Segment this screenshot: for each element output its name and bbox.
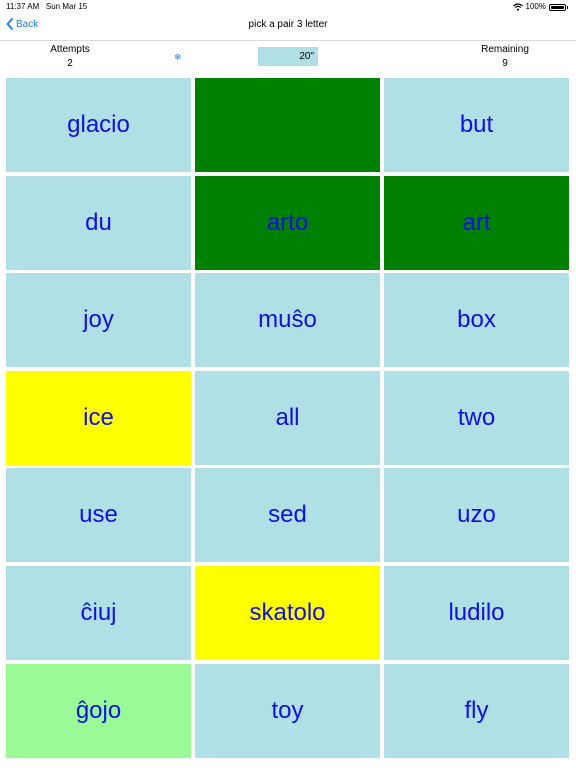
- word-tile[interactable]: box: [384, 273, 569, 367]
- word-tile[interactable]: fly: [384, 664, 569, 758]
- status-time: 11:37 AM Sun Mar 15: [6, 1, 87, 13]
- remaining-stat: Remaining 9: [475, 43, 535, 71]
- wifi-icon: [512, 3, 523, 11]
- word-tile[interactable]: ice: [6, 371, 191, 465]
- word-tile[interactable]: joy: [6, 273, 191, 367]
- word-tile[interactable]: ĝojo: [6, 664, 191, 758]
- navigation-bar: Back pick a pair 3 letter: [0, 14, 576, 41]
- remaining-label: Remaining: [481, 44, 529, 55]
- word-tile[interactable]: uzo: [384, 468, 569, 562]
- page-title: pick a pair 3 letter: [248, 19, 328, 30]
- battery-tip: [567, 5, 568, 9]
- word-tile[interactable]: sed: [195, 468, 380, 562]
- attempts-stat: Attempts 2: [40, 43, 100, 71]
- word-tile[interactable]: two: [384, 371, 569, 465]
- timer-display: 20": [258, 47, 318, 66]
- word-tile[interactable]: muŝo: [195, 273, 380, 367]
- battery-percent: 100%: [525, 2, 546, 11]
- word-tile[interactable]: toy: [195, 664, 380, 758]
- attempts-label: Attempts: [50, 44, 90, 55]
- attempts-value: 2: [67, 58, 73, 69]
- word-tile[interactable]: glacio: [6, 78, 191, 172]
- status-clock: 11:37 AM: [6, 2, 40, 11]
- status-date: Sun Mar 15: [45, 2, 88, 11]
- word-tile[interactable]: ĉiuj: [6, 566, 191, 660]
- tile-grid: glacio but du arto art joy muŝo box ice all two use…: [6, 78, 570, 758]
- battery-icon: [549, 3, 566, 11]
- snowflake-icon[interactable]: ❄: [174, 52, 182, 63]
- word-tile[interactable]: du: [6, 176, 191, 270]
- word-tile[interactable]: but: [384, 78, 569, 172]
- status-bar: 11:37 AM Sun Mar 15 100%: [0, 0, 576, 14]
- word-tile[interactable]: skatolo: [195, 566, 380, 660]
- word-tile[interactable]: [195, 78, 380, 172]
- word-tile[interactable]: all: [195, 371, 380, 465]
- word-tile[interactable]: use: [6, 468, 191, 562]
- remaining-value: 9: [502, 58, 508, 69]
- word-tile[interactable]: arto: [195, 176, 380, 270]
- status-indicators: 100%: [512, 1, 568, 13]
- word-tile[interactable]: art: [384, 176, 569, 270]
- word-tile[interactable]: ludilo: [384, 566, 569, 660]
